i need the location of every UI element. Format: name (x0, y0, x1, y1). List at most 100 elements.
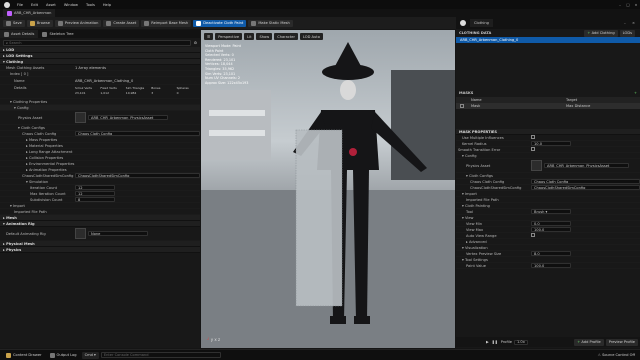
iteration-count-input[interactable]: 12 (75, 185, 115, 190)
material-properties-text: Material Properties (28, 143, 63, 148)
index0-label: Index [ 0 ] (10, 71, 29, 76)
search-icon: ⌕ (6, 40, 9, 45)
source-control-button[interactable]: ⚠ Source Control Off (595, 352, 638, 359)
tab-skeleton-tree[interactable]: Skeleton Tree (38, 30, 77, 38)
play-icon[interactable]: ▶ (486, 340, 489, 344)
mass-properties-label: ▸ Mass Properties (26, 137, 58, 142)
details-header: Spheres (176, 86, 189, 90)
default-rig-dropdown[interactable]: None (88, 231, 148, 236)
view-max-input[interactable]: 100.0 (531, 227, 571, 232)
menu-help[interactable]: Help (100, 1, 114, 8)
console-input[interactable]: Enter Console Command (100, 352, 221, 358)
mass-properties-text: Mass Properties (28, 137, 58, 142)
subdivision-count-value: 8 (78, 197, 81, 202)
physics-asset-dropdown[interactable]: ARB_CHR_Arbenman_PhysicsAsset (88, 115, 168, 120)
menu-tools[interactable]: Tools (83, 1, 98, 8)
viewport-show-button[interactable]: Show (256, 33, 273, 40)
cmd-dropdown[interactable]: Cmd ▾ (81, 351, 99, 359)
create-asset-button[interactable]: Create Asset (103, 19, 140, 27)
cmd-label: Cmd (84, 353, 93, 357)
save-icon (6, 20, 11, 26)
shared-config-value: ChaosClothSharedSimConfig (75, 173, 200, 178)
viewport-perspective-button[interactable]: Perspective (215, 33, 243, 40)
section-animation-rig-label: Animation Rig (6, 221, 35, 226)
viewport-lit-button[interactable]: Lit (244, 33, 255, 40)
long-range-text: Long Range Attachment (28, 149, 73, 154)
console-placeholder: Enter Console Command (103, 353, 149, 357)
viewport-character-button[interactable]: Character (274, 33, 298, 40)
kernel-radius-input[interactable]: 10.0 (531, 141, 571, 146)
cloth-config-value: ChaosClothSharedSimConfig (531, 185, 640, 190)
tab-clothing[interactable]: Clothing (470, 19, 493, 27)
settings-icon[interactable]: ⚙ (194, 41, 197, 45)
add-mask-icon[interactable]: + (634, 91, 637, 95)
collision-properties-text: Collision Properties (28, 155, 64, 160)
details-search-input[interactable]: ⌕ Search (3, 39, 191, 46)
menu-window[interactable]: Window (61, 1, 81, 8)
clothing-list-empty (456, 43, 640, 89)
view-min-label: View Min (466, 221, 483, 226)
section-mesh-label: Mesh (6, 215, 17, 220)
environmental-properties-text: Environmental Properties (28, 161, 75, 166)
physics-asset-value: ARB_CHR_Arbenman_PhysicsAsset (91, 115, 154, 120)
viewport-menu-button[interactable]: ☰ (204, 33, 214, 40)
physics-asset-thumbnail (75, 112, 86, 123)
view-max-value: 100.0 (534, 227, 545, 232)
panel-minimize-icon[interactable]: – (624, 21, 632, 25)
close-icon[interactable]: × (632, 3, 640, 7)
tool-dropdown[interactable]: Brush ▾ (531, 209, 571, 214)
asset-details-panel: Asset Details Skeleton Tree ⌕ Search ⚙ ▸… (0, 30, 200, 348)
smooth-transition-checkbox[interactable] (531, 147, 535, 151)
maximize-icon[interactable]: □ (624, 3, 632, 7)
clothing-properties-text: Clothing Properties (12, 99, 48, 104)
simulation-text: Simulation (28, 179, 49, 184)
cloth-drape (295, 129, 343, 307)
config-label: ▾ Config (462, 153, 477, 158)
content-drawer-button[interactable]: Content Drawer (3, 352, 45, 359)
add-profile-button[interactable]: + Add Profile (574, 338, 604, 346)
paint-value-input[interactable]: 100.0 (531, 263, 571, 268)
save-label: Save (13, 21, 22, 25)
lods-button[interactable]: LODs (619, 29, 635, 37)
viewport-lod-button[interactable]: LOD Auto (299, 33, 323, 40)
folder-icon (29, 20, 35, 26)
reimport-base-mesh-button[interactable]: Reimport Base Mesh (141, 19, 192, 27)
shared-config-key: ChaosClothSharedSimConfig (22, 173, 74, 178)
preview-animation-button[interactable]: Preview Animation (54, 19, 102, 27)
menu-asset[interactable]: Asset (43, 1, 59, 8)
iteration-count-value: 12 (78, 185, 83, 190)
save-button[interactable]: Save (3, 19, 25, 27)
pause-icon[interactable]: ❚❚ (492, 340, 498, 344)
browse-button[interactable]: Browse (26, 19, 53, 27)
menu-edit[interactable]: Edit (28, 1, 41, 8)
deactivate-cloth-paint-button[interactable]: Deactivate Cloth Paint (193, 19, 247, 27)
cloth-config-key: ChaosClothSharedSimConfig (470, 185, 522, 190)
search-placeholder: Search (9, 40, 22, 45)
speed-input[interactable]: 1.0x (513, 339, 528, 345)
menu-file[interactable]: File (14, 1, 26, 8)
preview-profile-button[interactable]: Preview Profile (605, 338, 638, 346)
add-clothing-button[interactable]: + Add Clothing (584, 29, 618, 37)
use-multiple-checkbox[interactable] (531, 135, 535, 139)
subdivision-count-input[interactable]: 8 (75, 197, 115, 202)
make-static-mesh-button[interactable]: Make Static Mesh (248, 19, 293, 27)
physics-asset-dropdown[interactable]: ARB_CHR_Arbenman_PhysicsAsset (544, 163, 629, 168)
minimize-icon[interactable]: – (616, 3, 624, 7)
max-iteration-value: 12 (78, 191, 83, 196)
mask-checkbox[interactable] (460, 104, 464, 108)
details-icon (4, 31, 9, 37)
panel-close-icon[interactable]: × (632, 21, 640, 25)
vertex-preview-input[interactable]: 8.0 (531, 251, 571, 256)
output-log-button[interactable]: Output Log (47, 352, 80, 359)
auto-view-checkbox[interactable] (531, 233, 535, 237)
clothing-asset-name: ARB_CHR_Arbenman_Clothing_0 (460, 38, 519, 42)
max-iteration-input[interactable]: 12 (75, 191, 115, 196)
physics-asset-label: Physics Asset (18, 115, 43, 120)
document-tab[interactable]: ARB_CHR_Arbenman (3, 9, 56, 17)
section-physics[interactable]: ▸ Physics (0, 247, 200, 253)
stat-line: Approx Size: 122x45x193 (205, 80, 249, 85)
tab-asset-details[interactable]: Asset Details (0, 30, 39, 38)
animation-icon (57, 20, 63, 26)
viewport[interactable]: ☰ Perspective Lit Show Character LOD Aut… (201, 30, 455, 348)
view-min-input[interactable]: 0.0 (531, 221, 571, 226)
